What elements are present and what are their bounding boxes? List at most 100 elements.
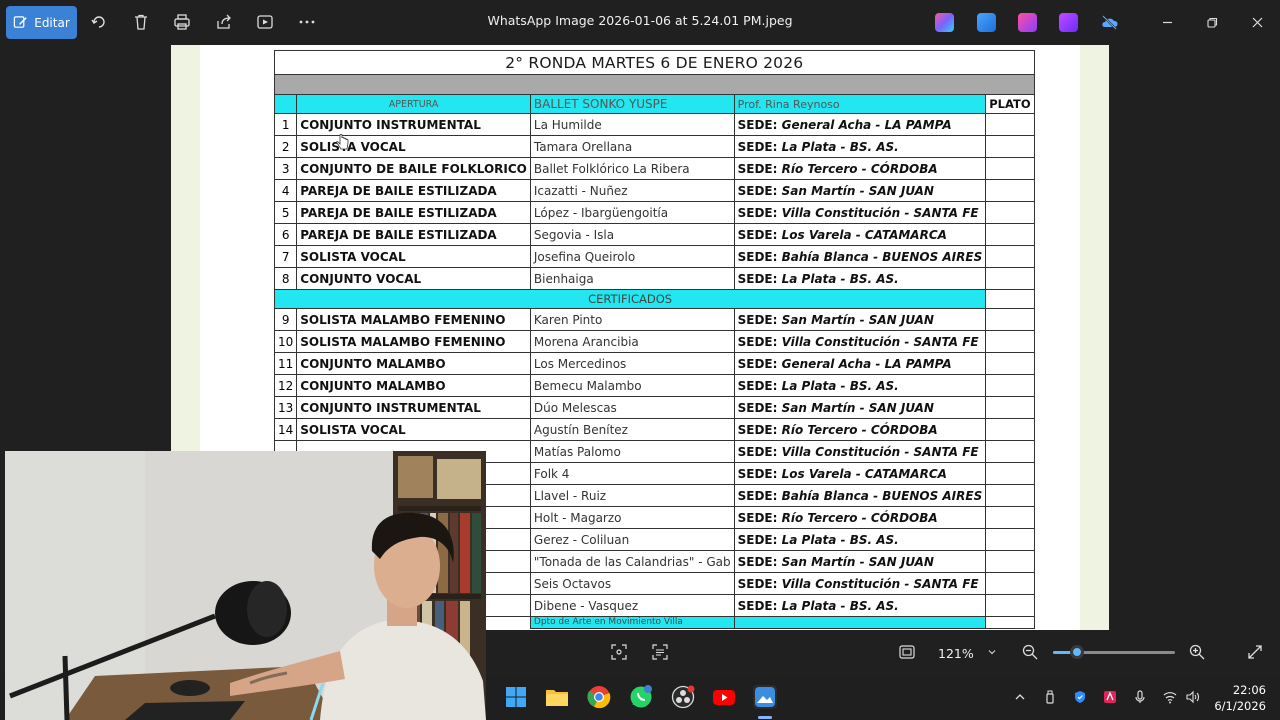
full-screen-icon[interactable] bbox=[1245, 642, 1265, 662]
rows-group-1: 1 CONJUNTO INSTRUMENTAL La Humilde SEDE: Ge… bbox=[273, 113, 1035, 290]
row-category: SOLISTA VOCAL bbox=[296, 418, 531, 441]
microphone-icon[interactable] bbox=[1132, 689, 1148, 705]
usb-device-icon[interactable] bbox=[1042, 689, 1058, 705]
row-sede-prefix: SEDE: bbox=[737, 576, 778, 591]
wifi-icon[interactable] bbox=[1162, 689, 1178, 705]
row-sede: SEDE: La Plata - BS. AS. bbox=[733, 135, 987, 158]
row-number: 11 bbox=[273, 352, 298, 375]
row-sede-prefix: SEDE: bbox=[737, 532, 778, 547]
table-title: 2° RONDA MARTES 6 DE ENERO 2026 bbox=[274, 50, 1035, 75]
row-category: CONJUNTO VOCAL bbox=[296, 267, 531, 290]
select-text-icon[interactable] bbox=[609, 642, 629, 662]
whatsapp-icon[interactable] bbox=[629, 685, 653, 709]
chrome-icon[interactable] bbox=[587, 685, 611, 709]
video-editor-icon[interactable] bbox=[1059, 13, 1078, 32]
row-participant: Seis Octavos bbox=[529, 572, 735, 595]
delete-icon[interactable] bbox=[130, 11, 152, 33]
row-plato bbox=[985, 201, 1035, 224]
obs-icon[interactable] bbox=[671, 685, 695, 709]
row-participant: Agustín Benítez bbox=[529, 418, 735, 441]
partial-row-label: Dpto de Arte en Movimiento Villa bbox=[529, 616, 735, 629]
row-participant: La Humilde bbox=[529, 113, 735, 136]
more-options-icon[interactable] bbox=[296, 11, 318, 33]
row-number: 13 bbox=[273, 396, 298, 419]
row-number: 5 bbox=[273, 201, 298, 224]
zoom-in-icon[interactable] bbox=[1187, 642, 1207, 662]
row-sede-prefix: SEDE: bbox=[737, 334, 778, 349]
adobe-app-icon[interactable] bbox=[1102, 689, 1118, 705]
chevron-up-icon[interactable] bbox=[1012, 689, 1028, 705]
window-title: WhatsApp Image 2026-01-06 at 5.24.01 PM.… bbox=[487, 13, 793, 28]
row-plato bbox=[985, 330, 1035, 353]
row-sede: SEDE: Los Varela - CATAMARCA bbox=[733, 223, 987, 246]
row-sede: SEDE: General Acha - LA PAMPA bbox=[733, 113, 987, 136]
edit-button[interactable]: Editar bbox=[6, 6, 77, 39]
zoom-slider-thumb[interactable] bbox=[1070, 645, 1085, 659]
row-sede-prefix: SEDE: bbox=[737, 356, 778, 371]
row-plato bbox=[985, 484, 1035, 507]
certificados-row: CERTIFICADOS bbox=[273, 289, 1035, 309]
youtube-icon[interactable] bbox=[712, 685, 736, 709]
chevron-down-icon bbox=[988, 650, 996, 655]
share-icon[interactable] bbox=[213, 11, 235, 33]
row-category: SOLISTA MALAMBO FEMENINO bbox=[296, 330, 531, 353]
row-sede-location: Villa Constitución - SANTA FE bbox=[781, 334, 979, 349]
fit-to-window-icon[interactable] bbox=[897, 642, 917, 662]
row-plato bbox=[985, 418, 1035, 441]
row-sede: SEDE: Bahía Blanca - BUENOS AIRES bbox=[733, 245, 987, 268]
file-explorer-icon[interactable] bbox=[545, 685, 569, 709]
photo-editor-icon[interactable] bbox=[977, 13, 996, 32]
copilot-icon[interactable] bbox=[935, 13, 954, 32]
minimize-icon[interactable] bbox=[1156, 11, 1178, 33]
row-sede-prefix: SEDE: bbox=[737, 271, 778, 286]
row-sede: SEDE: Río Tercero - CÓRDOBA bbox=[733, 506, 987, 529]
row-sede-prefix: SEDE: bbox=[737, 510, 778, 525]
table-row: 1 CONJUNTO INSTRUMENTAL La Humilde SEDE: Ge… bbox=[273, 113, 1035, 136]
photos-taskbar-icon[interactable] bbox=[753, 685, 777, 709]
restore-icon[interactable] bbox=[1201, 11, 1223, 33]
rotate-icon[interactable] bbox=[88, 11, 110, 33]
table-row: 11 CONJUNTO MALAMBO Los Mercedinos SEDE: Ge… bbox=[273, 352, 1035, 375]
row-plato bbox=[985, 550, 1035, 573]
clock-time: 22:06 bbox=[1232, 683, 1266, 697]
row-category: PAREJA DE BAILE ESTILIZADA bbox=[296, 201, 531, 224]
row-plato bbox=[985, 374, 1035, 397]
zoom-level-dropdown[interactable]: 121% bbox=[928, 640, 1006, 666]
row-sede: SEDE: Bahía Blanca - BUENOS AIRES bbox=[733, 484, 987, 507]
security-shield-icon[interactable] bbox=[1072, 689, 1088, 705]
row-participant: Llavel - Ruiz bbox=[529, 484, 735, 507]
taskbar-clock[interactable]: 22:06 6/1/2026 bbox=[1214, 682, 1266, 714]
row-sede-prefix: SEDE: bbox=[737, 117, 778, 132]
row-sede: SEDE: Villa Constitución - SANTA FE bbox=[733, 440, 987, 463]
row-plato bbox=[985, 308, 1035, 331]
slideshow-icon[interactable] bbox=[254, 11, 276, 33]
row-sede-location: General Acha - LA PAMPA bbox=[781, 356, 952, 371]
row-sede: SEDE: La Plata - BS. AS. bbox=[733, 267, 987, 290]
row-sede-location: San Martín - SAN JUAN bbox=[781, 400, 934, 415]
scan-text-icon[interactable] bbox=[650, 642, 670, 662]
zoom-slider[interactable] bbox=[1053, 645, 1175, 659]
row-participant: Holt - Magarzo bbox=[529, 506, 735, 529]
row-sede: SEDE: Villa Constitución - SANTA FE bbox=[733, 201, 987, 224]
row-sede-prefix: SEDE: bbox=[737, 227, 778, 242]
row-plato bbox=[985, 352, 1035, 375]
row-plato bbox=[985, 572, 1035, 595]
row-sede: SEDE: Río Tercero - CÓRDOBA bbox=[733, 157, 987, 180]
windows-start-icon[interactable] bbox=[504, 685, 528, 709]
row-sede: SEDE: Los Varela - CATAMARCA bbox=[733, 462, 987, 485]
row-sede-location: Villa Constitución - SANTA FE bbox=[781, 576, 979, 591]
zoom-out-icon[interactable] bbox=[1020, 642, 1040, 662]
row-sede-location: Los Varela - CATAMARCA bbox=[781, 227, 947, 242]
table-title-row: 2° RONDA MARTES 6 DE ENERO 2026 bbox=[274, 50, 1035, 75]
onedrive-offline-icon[interactable] bbox=[1100, 13, 1119, 32]
row-sede-prefix: SEDE: bbox=[737, 554, 778, 569]
row-sede-location: Río Tercero - CÓRDOBA bbox=[781, 510, 938, 525]
volume-icon[interactable] bbox=[1185, 689, 1201, 705]
row-sede-location: La Plata - BS. AS. bbox=[781, 532, 899, 547]
close-icon[interactable] bbox=[1246, 11, 1268, 33]
row-sede: SEDE: La Plata - BS. AS. bbox=[733, 594, 987, 617]
print-icon[interactable] bbox=[171, 11, 193, 33]
row-category: CONJUNTO DE BAILE FOLKLORICO bbox=[296, 157, 531, 180]
row-sede-prefix: SEDE: bbox=[737, 312, 778, 327]
clipchamp-icon[interactable] bbox=[1018, 13, 1037, 32]
